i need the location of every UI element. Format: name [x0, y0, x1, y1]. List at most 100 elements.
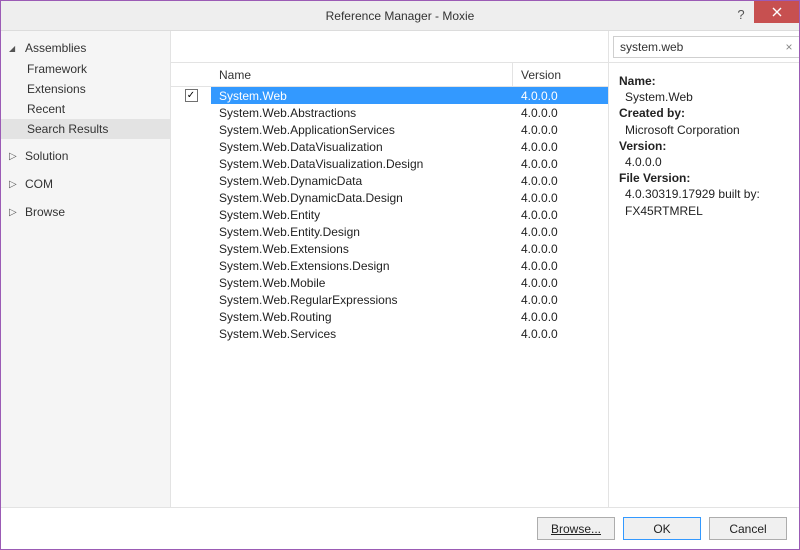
tree-sub-item[interactable]: Recent [1, 99, 170, 119]
column-headers: Name Version [171, 63, 608, 87]
detail-version-label: Version: [619, 138, 789, 154]
tree-group[interactable]: ▷ Solution [1, 145, 170, 167]
details-body: Name: System.Web Created by: Microsoft C… [609, 63, 799, 229]
row-check-cell[interactable] [171, 121, 211, 138]
tree-group-label: Solution [25, 149, 68, 163]
checkbox-checked-icon[interactable]: ✓ [185, 89, 198, 102]
assembly-list[interactable]: ✓System.Web4.0.0.0System.Web.Abstraction… [171, 87, 608, 507]
table-row[interactable]: System.Web.DynamicData.Design4.0.0.0 [171, 189, 608, 206]
row-check-cell[interactable] [171, 104, 211, 121]
row-check-cell[interactable] [171, 291, 211, 308]
table-row[interactable]: System.Web.ApplicationServices4.0.0.0 [171, 121, 608, 138]
detail-filever-value-1: 4.0.30319.17929 built by: [619, 186, 789, 202]
row-check-cell[interactable]: ✓ [171, 87, 211, 104]
table-row[interactable]: System.Web.Abstractions4.0.0.0 [171, 104, 608, 121]
close-icon [772, 7, 782, 17]
row-version: 4.0.0.0 [513, 310, 608, 324]
row-check-cell[interactable] [171, 240, 211, 257]
row-version: 4.0.0.0 [513, 293, 608, 307]
detail-filever-value-2: FX45RTMREL [619, 203, 789, 219]
list-top-strip [171, 31, 608, 63]
table-row[interactable]: System.Web.Extensions4.0.0.0 [171, 240, 608, 257]
row-version: 4.0.0.0 [513, 89, 608, 103]
column-check [171, 63, 211, 86]
search-icon[interactable] [797, 39, 799, 54]
search-wrap: × [609, 31, 799, 63]
row-name: System.Web.Services [211, 327, 513, 341]
chevron-down-icon: ◢ [9, 44, 21, 53]
row-name: System.Web.Mobile [211, 276, 513, 290]
tree-group[interactable]: ▷ Browse [1, 201, 170, 223]
column-version[interactable]: Version [513, 63, 608, 86]
table-row[interactable]: System.Web.DataVisualization4.0.0.0 [171, 138, 608, 155]
row-version: 4.0.0.0 [513, 123, 608, 137]
chevron-right-icon: ▷ [9, 151, 21, 162]
details-pane: × Name: System.Web Created by: Microsoft… [609, 31, 799, 507]
list-pane: Name Version ✓System.Web4.0.0.0System.We… [171, 31, 609, 507]
row-version: 4.0.0.0 [513, 242, 608, 256]
detail-name-value: System.Web [619, 89, 789, 105]
row-name: System.Web.DynamicData.Design [211, 191, 513, 205]
column-name[interactable]: Name [211, 63, 513, 86]
search-box[interactable]: × [613, 36, 799, 58]
dialog-body: ◢AssembliesFrameworkExtensionsRecentSear… [1, 31, 799, 507]
tree-sub-item[interactable]: Search Results [1, 119, 170, 139]
row-version: 4.0.0.0 [513, 259, 608, 273]
row-name: System.Web [211, 89, 513, 103]
browse-button[interactable]: Browse... [537, 517, 615, 540]
table-row[interactable]: System.Web.Services4.0.0.0 [171, 325, 608, 342]
row-check-cell[interactable] [171, 257, 211, 274]
table-row[interactable]: System.Web.Extensions.Design4.0.0.0 [171, 257, 608, 274]
row-version: 4.0.0.0 [513, 174, 608, 188]
tree-group[interactable]: ▷COM [1, 173, 170, 195]
row-name: System.Web.DynamicData [211, 174, 513, 188]
detail-filever-label: File Version: [619, 170, 789, 186]
table-row[interactable]: System.Web.Routing4.0.0.0 [171, 308, 608, 325]
table-row[interactable]: ✓ System.Web4.0.0.0 [171, 87, 608, 104]
tree-group-label: COM [25, 177, 53, 191]
close-button[interactable] [754, 1, 799, 23]
table-row[interactable]: System.Web.DataVisualization.Design4.0.0… [171, 155, 608, 172]
row-check-cell[interactable] [171, 223, 211, 240]
row-version: 4.0.0.0 [513, 276, 608, 290]
chevron-right-icon: ▷ [9, 207, 21, 218]
search-input[interactable] [614, 40, 781, 54]
table-row[interactable]: System.Web.DynamicData4.0.0.0 [171, 172, 608, 189]
row-check-cell[interactable] [171, 189, 211, 206]
row-name: System.Web.Extensions [211, 242, 513, 256]
tree-sub-item[interactable]: Extensions [1, 79, 170, 99]
row-name: System.Web.Entity.Design [211, 225, 513, 239]
tree-sub-item[interactable]: Framework [1, 59, 170, 79]
table-row[interactable]: System.Web.Mobile4.0.0.0 [171, 274, 608, 291]
row-check-cell[interactable] [171, 308, 211, 325]
row-name: System.Web.Routing [211, 310, 513, 324]
table-row[interactable]: System.Web.RegularExpressions4.0.0.0 [171, 291, 608, 308]
row-version: 4.0.0.0 [513, 225, 608, 239]
row-check-cell[interactable] [171, 206, 211, 223]
cancel-button[interactable]: Cancel [709, 517, 787, 540]
row-check-cell[interactable] [171, 155, 211, 172]
row-name: System.Web.Entity [211, 208, 513, 222]
title-bar: Reference Manager - Moxie ? [1, 1, 799, 31]
table-row[interactable]: System.Web.Entity.Design4.0.0.0 [171, 223, 608, 240]
table-row[interactable]: System.Web.Entity4.0.0.0 [171, 206, 608, 223]
row-check-cell[interactable] [171, 325, 211, 342]
row-version: 4.0.0.0 [513, 140, 608, 154]
row-check-cell[interactable] [171, 172, 211, 189]
row-name: System.Web.DataVisualization.Design [211, 157, 513, 171]
row-check-cell[interactable] [171, 138, 211, 155]
row-version: 4.0.0.0 [513, 106, 608, 120]
tree-group-label: Browse [25, 205, 65, 219]
clear-search-icon[interactable]: × [781, 40, 797, 54]
row-version: 4.0.0.0 [513, 327, 608, 341]
dialog-footer: Browse... OK Cancel [1, 507, 799, 549]
row-version: 4.0.0.0 [513, 157, 608, 171]
dialog-window: Reference Manager - Moxie ? ◢AssembliesF… [0, 0, 800, 550]
help-icon[interactable]: ? [731, 7, 751, 22]
detail-version-value: 4.0.0.0 [619, 154, 789, 170]
ok-button[interactable]: OK [623, 517, 701, 540]
tree-group[interactable]: ◢Assemblies [1, 37, 170, 59]
detail-createdby-label: Created by: [619, 105, 789, 121]
row-check-cell[interactable] [171, 274, 211, 291]
row-name: System.Web.Abstractions [211, 106, 513, 120]
